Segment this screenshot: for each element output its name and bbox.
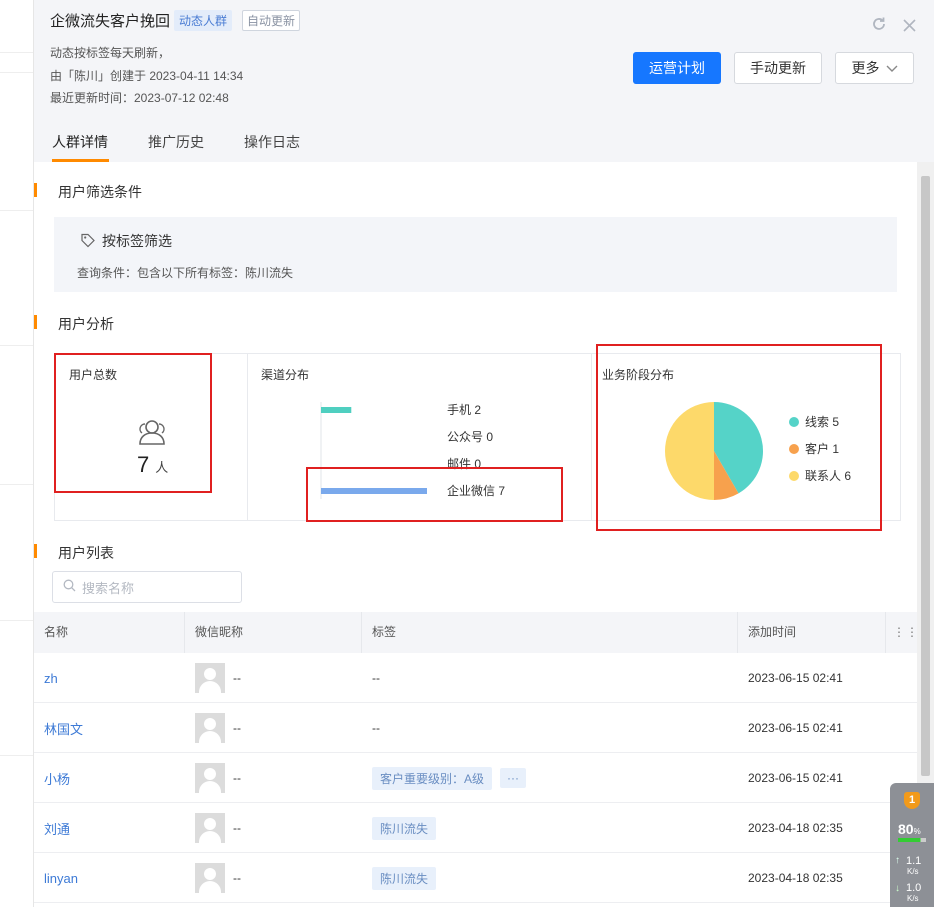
refresh-icon[interactable]	[871, 17, 891, 36]
column-header-nickname[interactable]: 微信昵称	[185, 612, 362, 653]
search-placeholder: 搜索名称	[82, 580, 135, 596]
filter-heading-label: 按标签筛选	[102, 233, 172, 249]
tag-empty: --	[372, 721, 380, 735]
tab-crowd-detail[interactable]: 人群详情	[52, 132, 108, 152]
filter-query: 查询条件：包含以下所有标签：陈川流失	[77, 266, 294, 280]
crowd-detail-panel: 企微流失客户挽回 动态人群 自动更新 动态按标签每天刷新， 由「陈川」创建于 2…	[34, 0, 934, 907]
dynamic-crowd-tag: 动态人群	[174, 10, 233, 31]
column-header-added-time[interactable]: 添加时间	[738, 612, 886, 653]
analysis-section-title: 用户分析	[58, 316, 114, 332]
page-title: 企微流失客户挽回	[50, 13, 171, 30]
network-monitor-widget[interactable]: 1 80 % ↑ 1.1 K/s ↓ 1.0 K/s	[890, 783, 934, 907]
more-button[interactable]: 更多	[835, 52, 914, 84]
tag-icon	[80, 232, 96, 251]
channel-bar-label: 手机 2	[447, 403, 481, 417]
column-header-tags[interactable]: 标签	[362, 612, 738, 653]
filter-heading: 按标签筛选	[80, 231, 172, 251]
added-time: 2023-06-15 02:41	[748, 721, 843, 735]
added-time: 2023-06-15 02:41	[748, 771, 843, 785]
wechat-nickname: --	[233, 821, 241, 835]
user-name-link[interactable]: zh	[44, 671, 58, 686]
table-header: 名称 微信昵称 标签 添加时间 ⋮⋮	[34, 612, 918, 653]
search-input[interactable]: 搜索名称	[52, 571, 242, 603]
refresh-note: 动态按标签每天刷新，	[50, 46, 171, 60]
table-row[interactable]: zh -- -- 2023-06-15 02:41	[34, 653, 918, 703]
tab-bar: 人群详情 推广历史 操作日志	[34, 122, 934, 162]
tab-promotion-history[interactable]: 推广历史	[148, 132, 204, 152]
memory-percent-unit: %	[913, 827, 921, 836]
left-background-strip	[0, 0, 34, 907]
channel-bar	[321, 407, 352, 413]
added-time: 2023-06-15 02:41	[748, 671, 843, 685]
avatar	[195, 763, 225, 793]
user-tag-chip: 客户重要级别：A级	[372, 766, 493, 790]
avatar	[195, 713, 225, 743]
upload-unit: K/s	[907, 867, 919, 876]
more-button-label: 更多	[851, 60, 880, 76]
wechat-nickname: --	[233, 871, 241, 885]
section-marker	[34, 544, 37, 558]
active-tab-indicator	[52, 159, 109, 162]
added-time: 2023-04-18 02:35	[748, 821, 843, 835]
creator-info: 由「陈川」创建于 2023-04-11 14:34	[50, 69, 244, 83]
operation-plan-button[interactable]: 运营计划	[633, 52, 721, 84]
header-icons	[871, 16, 916, 37]
wechat-nickname: --	[233, 721, 241, 735]
column-header-name[interactable]: 名称	[34, 612, 185, 653]
manual-update-button[interactable]: 手动更新	[734, 52, 822, 84]
memory-percent: 80 %	[898, 821, 921, 837]
channel-bar-label: 公众号 0	[447, 430, 493, 444]
column-settings-icon[interactable]: ⋮⋮	[886, 612, 918, 653]
scrollbar-thumb[interactable]	[921, 176, 930, 776]
users-section-title: 用户列表	[58, 545, 114, 561]
user-tag-chip: 陈川流失	[372, 866, 437, 890]
memory-percent-value: 80	[898, 821, 914, 837]
wechat-nickname: --	[233, 771, 241, 785]
more-tags-button[interactable]: ···	[500, 768, 527, 788]
download-speed: 1.0	[906, 882, 922, 894]
table-row[interactable]: 林国文 -- -- 2023-06-15 02:41	[34, 703, 918, 753]
shield-badge-icon: 1	[904, 792, 920, 809]
wechat-nickname: --	[233, 671, 241, 685]
avatar	[195, 813, 225, 843]
user-name-link[interactable]: 小杨	[44, 769, 70, 788]
highlight-box-stage	[596, 344, 882, 531]
user-name-link[interactable]: 刘通	[44, 819, 70, 838]
user-tag-chip: 陈川流失	[372, 816, 437, 840]
upload-speed: 1.1	[906, 855, 922, 867]
download-unit: K/s	[907, 894, 919, 903]
search-icon	[63, 579, 76, 595]
avatar	[195, 663, 225, 693]
upload-arrow-icon: ↑	[895, 855, 900, 866]
section-marker	[34, 183, 37, 197]
chevron-down-icon	[886, 60, 898, 76]
memory-bar	[898, 838, 926, 842]
tag-empty: --	[372, 671, 380, 685]
user-name-link[interactable]: linyan	[44, 871, 78, 886]
filter-conditions-box: 按标签筛选 查询条件：包含以下所有标签：陈川流失	[54, 217, 897, 292]
user-name-link[interactable]: 林国文	[44, 719, 83, 738]
download-arrow-icon: ↓	[895, 883, 900, 894]
tab-operation-log[interactable]: 操作日志	[244, 132, 300, 152]
auto-update-tag: 自动更新	[242, 10, 301, 31]
filter-section-title: 用户筛选条件	[58, 184, 142, 200]
table-row[interactable]: 小杨 -- 客户重要级别：A级 ··· 2023-06-15 02:41	[34, 753, 918, 803]
last-updated: 最近更新时间：2023-07-12 02:48	[50, 91, 229, 105]
table-row[interactable]: linyan -- 陈川流失 2023-04-18 02:35	[34, 853, 918, 903]
panel-header: 企微流失客户挽回 动态人群 自动更新 动态按标签每天刷新， 由「陈川」创建于 2…	[34, 0, 934, 122]
avatar	[195, 863, 225, 893]
highlight-box-wechat	[306, 467, 563, 522]
table-row[interactable]: 刘通 -- 陈川流失 2023-04-18 02:35	[34, 803, 918, 853]
section-marker	[34, 315, 37, 329]
close-icon[interactable]	[903, 19, 916, 36]
added-time: 2023-04-18 02:35	[748, 871, 843, 885]
highlight-box-total	[54, 353, 212, 493]
